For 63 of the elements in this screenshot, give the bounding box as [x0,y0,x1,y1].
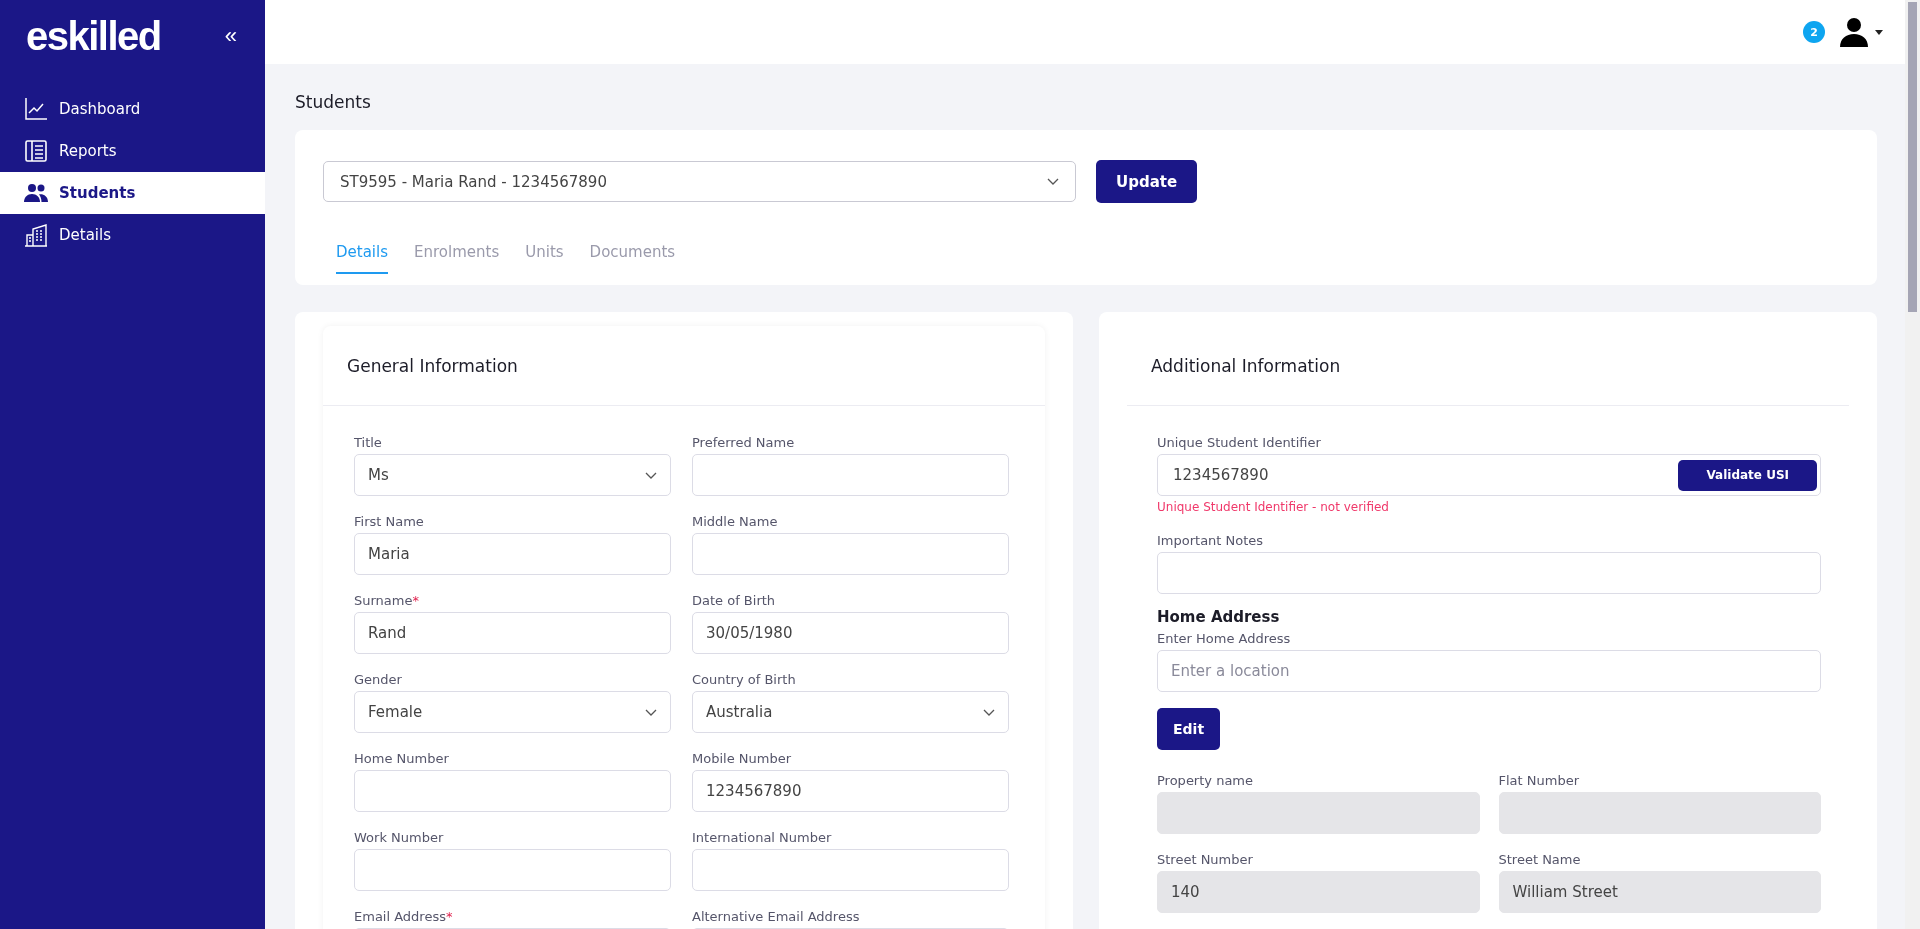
input-field[interactable] [692,454,1009,496]
sidebar-item[interactable]: Details [0,214,265,256]
field-label: Enter Home Address [1157,630,1292,648]
field-label: Work Number [354,829,445,847]
section-title: General Information [347,356,519,376]
field-label: Surname* [354,592,420,610]
input-field[interactable]: Maria [354,533,671,575]
building-icon [24,223,48,247]
field-label: First Name [354,513,425,531]
input-field[interactable] [1157,552,1821,594]
sidebar-item[interactable]: Dashboard [0,88,265,130]
user-icon [1839,17,1869,47]
usi-field[interactable]: 1234567890 Validate USI [1157,454,1821,496]
input-field[interactable]: 30/05/1980 [692,612,1009,654]
edit-button[interactable]: Edit [1157,708,1221,750]
chevron-down-icon [645,708,657,716]
validate-usi-button[interactable]: Validate USI [1678,459,1817,491]
people-icon [24,181,48,205]
line-chart-icon [24,97,48,121]
field-label: Home Number [354,750,450,768]
section-heading: Home Address [1157,608,1281,626]
input-field[interactable]: Rand [354,612,671,654]
field-label: Flat Number [1498,772,1580,790]
field-label: Title [354,434,383,452]
field-label: Gender [354,671,403,689]
caret-icon [1875,29,1883,35]
field-label: Preferred Name [692,434,796,452]
update-button[interactable]: Update [1096,160,1198,203]
logo: eskilled [26,13,161,59]
field-label: Property name [1157,772,1254,790]
dropdown[interactable]: Ms [354,454,671,496]
student-select[interactable]: ST9595 - Maria Rand - 1234567890 [323,161,1076,202]
scrollbar[interactable] [1905,0,1920,929]
chevron-down-icon [983,708,995,716]
field-label: Country of Birth [692,671,797,689]
field-label: Mobile Number [692,750,792,768]
field-label: Street Number [1157,851,1254,869]
field-label: Middle Name [692,513,779,531]
document-list-icon [24,139,48,163]
field-label: Alternative Email Address [692,908,861,926]
input-field[interactable] [354,849,671,891]
collapse-button[interactable]: « [224,23,237,49]
chevron-down-icon [645,471,657,479]
dropdown[interactable]: Female [354,691,671,733]
user-menu-button[interactable] [1839,17,1883,47]
page-title: Students [295,91,372,114]
chevron-down-icon [1047,178,1059,185]
field-label: Unique Student Identifier [1157,434,1322,452]
input-field[interactable] [354,770,671,812]
sidebar-item[interactable]: Students [0,172,265,214]
field-label: Email Address* [354,908,454,926]
field-label: Street Name [1498,851,1582,869]
address-search-field[interactable]: Enter a location [1157,650,1821,692]
sidebar-item[interactable]: Reports [0,130,265,172]
input-field[interactable] [692,849,1009,891]
input-field[interactable] [692,533,1009,575]
error-message: Unique Student Identifier - not verified [1157,499,1390,515]
input-field[interactable]: 1234567890 [692,770,1009,812]
field-label: Date of Birth [692,592,777,610]
field-label: Important Notes [1157,532,1265,550]
section-title: Additional Information [1151,356,1342,376]
dropdown[interactable]: Australia [692,691,1009,733]
field-label: International Number [692,829,833,847]
